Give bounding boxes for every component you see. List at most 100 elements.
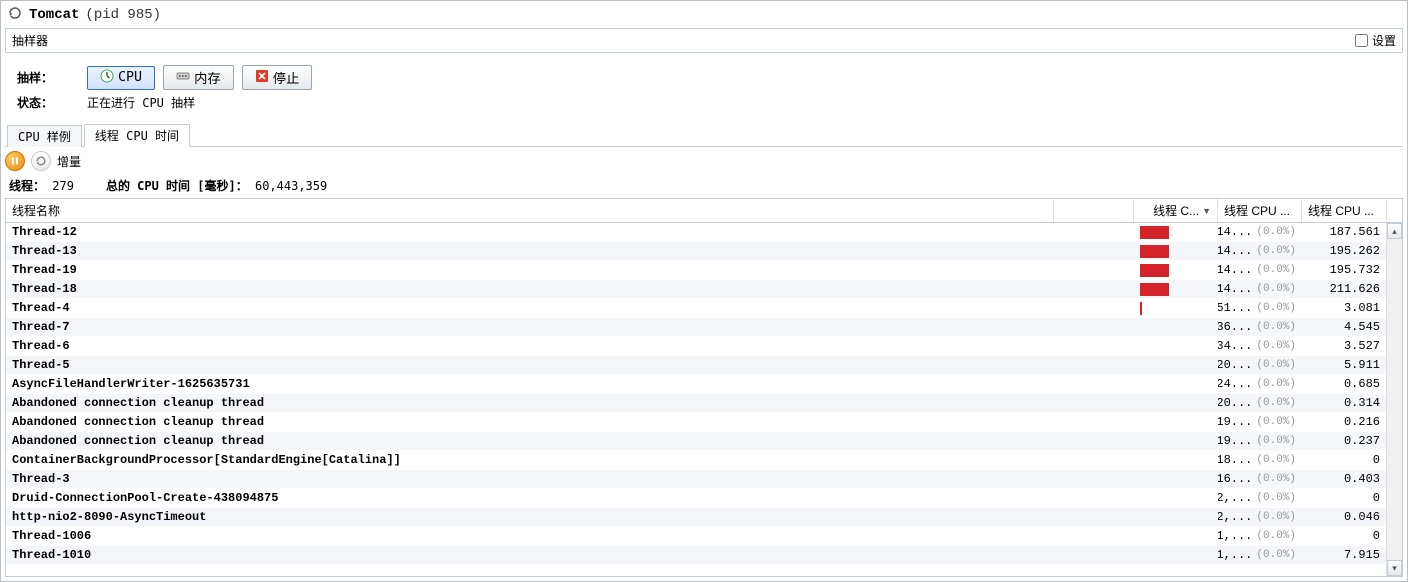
cell-cpu-3: 211.626 [1302, 282, 1386, 296]
status-label: 状态： [17, 94, 87, 111]
total-time-label: 总的 CPU 时间 [毫秒]： [106, 179, 248, 193]
cell-cpu-3: 0.216 [1302, 415, 1386, 429]
tab-thread-cpu-time[interactable]: 线程 CPU 时间 [84, 124, 190, 147]
cell-thread-name: Thread-18 [6, 282, 1138, 296]
table-row[interactable]: Abandoned connection cleanup thread 20...… [6, 394, 1402, 413]
tab-toolbar: 增量 [5, 151, 1403, 171]
cell-cpu-3: 3.081 [1302, 301, 1386, 315]
cell-bar [1138, 433, 1218, 450]
cell-bar [1138, 471, 1218, 488]
memory-button[interactable]: 内存 [163, 65, 234, 90]
table-row[interactable]: http-nio2-8090-AsyncTimeout2,...(0.0%)0.… [6, 508, 1402, 527]
cell-cpu-1: 18...(0.0%) [1218, 453, 1302, 467]
cell-cpu-1: 24...(0.0%) [1218, 377, 1302, 391]
cell-thread-name: Thread-1006 [6, 529, 1138, 543]
table-row[interactable]: Thread-10101,...(0.0%)7.915 [6, 546, 1402, 565]
total-time-value: 60,443,359 [255, 179, 327, 193]
threads-summary: 线程： 279 总的 CPU 时间 [毫秒]： 60,443,359 [1, 171, 1407, 198]
cell-cpu-3: 0 [1302, 491, 1386, 505]
cell-bar [1138, 243, 1218, 260]
table-row[interactable]: Thread-4 51...(0.0%)3.081 [6, 299, 1402, 318]
table-row[interactable]: Thread-1814...(0.0%)211.626 [6, 280, 1402, 299]
table-row[interactable]: AsyncFileHandlerWriter-162563573124...(0… [6, 375, 1402, 394]
table-row[interactable]: Abandoned connection cleanup thread19...… [6, 413, 1402, 432]
refresh-now-icon[interactable] [31, 151, 51, 171]
scrollbar[interactable]: ▴ ▾ [1386, 223, 1402, 576]
cell-bar [1138, 452, 1218, 469]
table-row[interactable]: Thread-3 16...(0.0%)0.403 [6, 470, 1402, 489]
section-bar: 抽样器 设置 [5, 28, 1403, 53]
table-header: 线程名称 线程 C... ▼ 线程 CPU ... 线程 CPU ... [6, 199, 1402, 223]
table-row[interactable]: Thread-1314...(0.0%)195.262 [6, 242, 1402, 261]
cell-cpu-1: 20...(0.0%) [1218, 396, 1302, 410]
cell-cpu-3: 0.237 [1302, 434, 1386, 448]
cell-thread-name: ContainerBackgroundProcessor[StandardEng… [6, 453, 1138, 467]
table-row[interactable]: Thread-1914...(0.0%)195.732 [6, 261, 1402, 280]
cell-cpu-3: 187.561 [1302, 225, 1386, 239]
cell-bar [1138, 547, 1218, 564]
titlebar: Tomcat (pid 985) [1, 1, 1407, 28]
cell-bar [1138, 319, 1218, 336]
cell-cpu-1: 34...(0.0%) [1218, 339, 1302, 353]
cell-cpu-1: 51...(0.0%) [1218, 301, 1302, 315]
col-thread-name[interactable]: 线程名称 [6, 199, 1054, 222]
cell-thread-name: Thread-5 [6, 358, 1138, 372]
stop-icon [255, 69, 269, 87]
cell-bar [1138, 509, 1218, 526]
cell-bar [1138, 376, 1218, 393]
cell-thread-name: Thread-1010 [6, 548, 1138, 562]
cell-thread-name: Thread-4 [6, 301, 1138, 315]
subtabs: CPU 样例 线程 CPU 时间 [5, 123, 1403, 147]
table-row[interactable]: Thread-520...(0.0%)5.911 [6, 356, 1402, 375]
delta-label: 增量 [57, 153, 81, 170]
cell-bar [1138, 300, 1218, 317]
settings-checkbox[interactable] [1355, 34, 1368, 47]
col-cpu-1[interactable]: 线程 C... ▼ [1134, 199, 1218, 222]
tab-cpu-samples[interactable]: CPU 样例 [7, 125, 82, 147]
cell-cpu-3: 0.403 [1302, 472, 1386, 486]
cell-thread-name: Thread-3 [6, 472, 1138, 486]
cell-cpu-1: 20...(0.0%) [1218, 358, 1302, 372]
settings-toggle[interactable]: 设置 [1355, 32, 1396, 49]
cell-cpu-1: 16...(0.0%) [1218, 472, 1302, 486]
cell-cpu-1: 36...(0.0%) [1218, 320, 1302, 334]
col-cpu-3[interactable]: 线程 CPU ... [1302, 199, 1386, 222]
cpu-button[interactable]: CPU [87, 66, 155, 90]
clock-icon [100, 69, 114, 87]
cell-cpu-3: 0.685 [1302, 377, 1386, 391]
col-cpu-2[interactable]: 线程 CPU ... [1218, 199, 1302, 222]
col-bar[interactable] [1054, 199, 1134, 222]
threads-label: 线程： [9, 179, 45, 193]
section-title: 抽样器 [12, 32, 48, 49]
controls: 抽样： CPU 内存 停止 状态： 正在进行 CP [1, 53, 1407, 119]
memory-icon [176, 69, 190, 87]
table-row[interactable]: Thread-7 36...(0.0%)4.545 [6, 318, 1402, 337]
table-row[interactable]: Thread-634...(0.0%)3.527 [6, 337, 1402, 356]
table-row[interactable]: ContainerBackgroundProcessor[StandardEng… [6, 451, 1402, 470]
table-body: Thread-1214...(0.0%)187.561Thread-1314..… [6, 223, 1402, 576]
settings-label: 设置 [1372, 32, 1396, 49]
cell-bar [1138, 395, 1218, 412]
threads-table: 线程名称 线程 C... ▼ 线程 CPU ... 线程 CPU ... Thr… [5, 198, 1403, 577]
app-name: Tomcat [29, 7, 79, 23]
cell-bar [1138, 357, 1218, 374]
cell-cpu-3: 0 [1302, 453, 1386, 467]
cell-bar [1138, 224, 1218, 241]
table-row[interactable]: Thread-10061,...(0.0%)0 [6, 527, 1402, 546]
scroll-up-icon[interactable]: ▴ [1387, 223, 1402, 239]
pid-text: (pid 985) [85, 7, 161, 23]
cell-thread-name: http-nio2-8090-AsyncTimeout [6, 510, 1138, 524]
cell-bar [1138, 490, 1218, 507]
cell-thread-name: Thread-7 [6, 320, 1138, 334]
table-row[interactable]: Thread-1214...(0.0%)187.561 [6, 223, 1402, 242]
stop-button[interactable]: 停止 [242, 65, 313, 90]
sort-desc-icon: ▼ [1202, 206, 1211, 216]
scroll-down-icon[interactable]: ▾ [1387, 560, 1402, 576]
cell-cpu-3: 4.545 [1302, 320, 1386, 334]
cell-cpu-1: 2,...(0.0%) [1218, 491, 1302, 505]
table-row[interactable]: Abandoned connection cleanup thread19...… [6, 432, 1402, 451]
pause-recording-icon[interactable] [5, 151, 25, 171]
cell-thread-name: Abandoned connection cleanup thread [6, 396, 1138, 410]
table-row[interactable]: Druid-ConnectionPool-Create-4380948752,.… [6, 489, 1402, 508]
cell-cpu-1: 14...(0.0%) [1218, 225, 1302, 239]
